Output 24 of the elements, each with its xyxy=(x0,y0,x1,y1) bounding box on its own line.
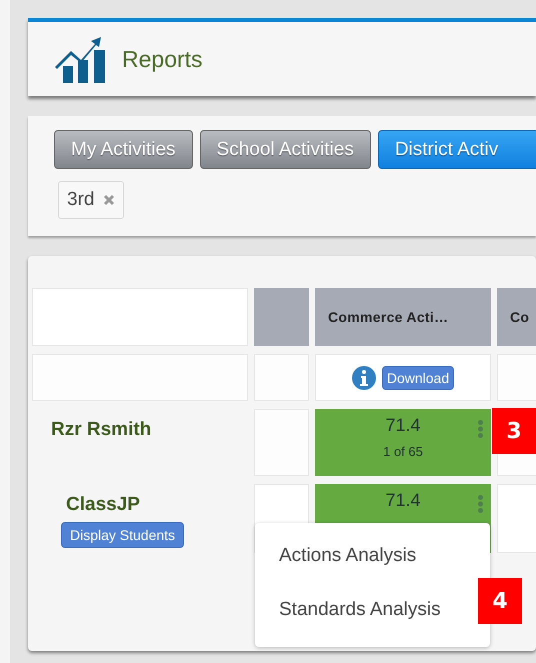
score-rank: 1 of 65 xyxy=(383,444,423,459)
download-button[interactable]: Download xyxy=(382,366,454,390)
page-title: Reports xyxy=(122,46,203,72)
more-icon[interactable] xyxy=(478,495,483,513)
filter-tab[interactable]: District Activ xyxy=(378,130,536,169)
menu-item[interactable]: Actions Analysis xyxy=(279,531,416,581)
display-students-button[interactable]: Display Students xyxy=(61,522,184,548)
table-header xyxy=(254,288,309,346)
row-name: Rzr Rsmith xyxy=(51,419,152,441)
column-header: Co xyxy=(497,288,536,346)
info-icon[interactable] xyxy=(352,366,376,390)
menu-item[interactable]: Standards Analysis xyxy=(279,585,441,635)
callout-badge: 4 xyxy=(478,578,522,624)
score-value: 71.4 xyxy=(385,490,421,511)
close-icon[interactable] xyxy=(103,194,116,206)
filter-tab[interactable]: My Activities xyxy=(54,130,193,169)
tag-label: 3rd xyxy=(67,189,94,211)
score-value: 71.4 xyxy=(385,415,421,436)
row-name: ClassJP xyxy=(65,494,140,516)
more-icon[interactable] xyxy=(478,420,483,438)
callout-badge: 3 xyxy=(492,408,536,454)
chart-icon xyxy=(55,35,105,83)
filter-tab[interactable]: School Activities xyxy=(200,130,371,169)
column-header: Commerce Acti… xyxy=(315,288,491,346)
